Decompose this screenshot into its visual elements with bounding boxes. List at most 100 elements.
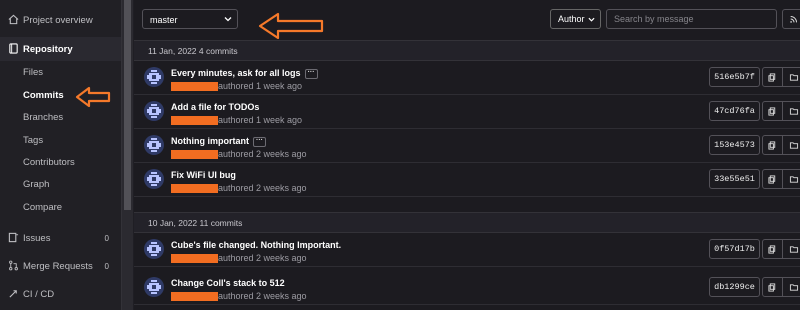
- avatar: [144, 239, 164, 259]
- sidebar-item-commits[interactable]: Commits: [23, 87, 64, 105]
- folder-icon: [789, 142, 799, 149]
- commit-authored-time: authored 2 weeks ago: [218, 291, 307, 301]
- commit-row[interactable]: Fix WiFi UI bug authored 2 weeks ago 33e…: [134, 163, 800, 197]
- sidebar-item-repository[interactable]: Repository: [0, 38, 121, 60]
- avatar: [144, 277, 164, 297]
- rocket-icon: [9, 290, 17, 298]
- commit-row[interactable]: Cube's file changed. Nothing Important. …: [134, 233, 800, 267]
- copy-sha-button[interactable]: [762, 67, 783, 87]
- commit-meta: authored 1 week ago: [171, 81, 303, 92]
- commit-title-text[interactable]: Every minutes, ask for all logs: [171, 68, 301, 78]
- annotation-arrow-icon: [75, 86, 111, 108]
- branch-selector-label: master: [150, 15, 178, 25]
- commit-title[interactable]: Every minutes, ask for all logs ···: [171, 68, 318, 79]
- copy-sha-button[interactable]: [762, 169, 783, 189]
- branch-selector[interactable]: master: [142, 9, 238, 29]
- commit-title[interactable]: Add a file for TODOs: [171, 102, 259, 112]
- commit-title[interactable]: Cube's file changed. Nothing Important.: [171, 240, 341, 250]
- copy-icon: [768, 73, 776, 82]
- browse-files-button[interactable]: [782, 277, 800, 297]
- commit-title-text[interactable]: Add a file for TODOs: [171, 102, 259, 112]
- folder-icon: [789, 176, 799, 183]
- commit-row[interactable]: Nothing important ··· authored 2 weeks ag…: [134, 129, 800, 163]
- redacted-author-name: [171, 150, 218, 160]
- commit-row[interactable]: Change Coll's stack to 512 authored 2 we…: [134, 271, 800, 305]
- copy-icon: [768, 141, 776, 150]
- sidebar-item-branches[interactable]: Branches: [23, 109, 63, 127]
- commit-day-header-label: 10 Jan, 2022 11 commits: [148, 218, 243, 228]
- copy-sha-button[interactable]: [762, 101, 783, 121]
- commit-title[interactable]: Fix WiFi UI bug: [171, 170, 236, 180]
- commit-meta: authored 2 weeks ago: [171, 149, 307, 160]
- sidebar-item-merge-requests[interactable]: Merge Requests 0: [0, 255, 121, 277]
- commit-row[interactable]: Every minutes, ask for all logs ··· autho…: [134, 61, 800, 95]
- avatar: [144, 101, 164, 121]
- commit-sha-button[interactable]: 0f57d17b: [709, 239, 760, 259]
- commit-title[interactable]: Nothing important ···: [171, 136, 266, 147]
- folder-icon: [789, 108, 799, 115]
- commit-row[interactable]: Add a file for TODOs authored 1 week ago…: [134, 95, 800, 129]
- more-options-toggle[interactable]: ···: [253, 136, 266, 147]
- commit-meta: authored 2 weeks ago: [171, 253, 307, 264]
- commit-sha-button[interactable]: 33e55e51: [709, 169, 760, 189]
- copy-sha-button[interactable]: [762, 135, 783, 155]
- chevron-down-icon: [224, 17, 232, 22]
- sidebar-item-label: Merge Requests: [23, 260, 93, 272]
- sidebar-item-tags[interactable]: Tags: [23, 132, 43, 150]
- redacted-author-name: [171, 292, 218, 302]
- avatar: [144, 135, 164, 155]
- sidebar-item-files[interactable]: Files: [23, 64, 43, 82]
- copy-sha-button[interactable]: [762, 277, 783, 297]
- browse-files-button[interactable]: [782, 67, 800, 87]
- commit-day-header-label: 11 Jan, 2022 4 commits: [148, 46, 238, 56]
- commit-authored-time: authored 1 week ago: [218, 81, 303, 91]
- sidebar-item-label: Project overview: [23, 14, 93, 26]
- sidebar-item-contributors[interactable]: Contributors: [23, 154, 75, 172]
- copy-icon: [768, 283, 776, 292]
- commit-authored-time: authored 2 weeks ago: [218, 149, 307, 159]
- commit-authored-time: authored 2 weeks ago: [218, 183, 307, 193]
- home-icon: [8, 14, 19, 25]
- sidebar: Project overview Repository Files Commit…: [0, 0, 122, 310]
- commit-title-text[interactable]: Nothing important: [171, 136, 249, 146]
- commit-sha-button[interactable]: 516e5b7f: [709, 67, 760, 87]
- copy-sha-button[interactable]: [762, 239, 783, 259]
- author-filter-button[interactable]: Author: [550, 9, 601, 29]
- browse-files-button[interactable]: [782, 135, 800, 155]
- redacted-author-name: [171, 254, 218, 264]
- commit-title-text[interactable]: Cube's file changed. Nothing Important.: [171, 240, 341, 250]
- book-icon: [9, 43, 18, 54]
- merge-requests-count-badge: 0: [104, 261, 109, 271]
- more-options-toggle[interactable]: ···: [304, 68, 318, 79]
- commit-sha-button[interactable]: 153e4573: [709, 135, 760, 155]
- rss-button[interactable]: [782, 9, 800, 29]
- browse-files-button[interactable]: [782, 239, 800, 259]
- commit-title-text[interactable]: Fix WiFi UI bug: [171, 170, 236, 180]
- browse-files-button[interactable]: [782, 169, 800, 189]
- commit-meta: authored 2 weeks ago: [171, 183, 307, 194]
- merge-request-icon: [9, 260, 18, 271]
- commit-sha-button[interactable]: db1299ce: [709, 277, 760, 297]
- author-filter-label: Author: [558, 14, 585, 24]
- sidebar-item-project-overview[interactable]: Project overview: [0, 9, 121, 31]
- sidebar-item-cicd[interactable]: CI / CD: [0, 283, 121, 305]
- commit-day-header: 10 Jan, 2022 11 commits: [134, 212, 800, 233]
- sidebar-item-compare[interactable]: Compare: [23, 199, 62, 217]
- browse-files-button[interactable]: [782, 101, 800, 121]
- avatar: [144, 169, 164, 189]
- redacted-author-name: [171, 116, 218, 126]
- commit-title[interactable]: Change Coll's stack to 512: [171, 278, 285, 288]
- search-input[interactable]: [606, 9, 777, 29]
- rss-icon: [790, 16, 797, 23]
- issues-icon: [8, 232, 19, 243]
- sidebar-item-label: Issues: [23, 232, 51, 244]
- copy-icon: [768, 245, 776, 254]
- commit-meta: authored 2 weeks ago: [171, 291, 307, 302]
- commit-sha-button[interactable]: 47cd76fa: [709, 101, 760, 121]
- commit-authored-time: authored 2 weeks ago: [218, 253, 307, 263]
- commit-title-text[interactable]: Change Coll's stack to 512: [171, 278, 285, 288]
- sidebar-item-issues[interactable]: Issues 0: [0, 227, 121, 249]
- sidebar-scrollbar-thumb[interactable]: [124, 0, 131, 210]
- folder-icon: [789, 246, 799, 253]
- sidebar-item-graph[interactable]: Graph: [23, 176, 49, 194]
